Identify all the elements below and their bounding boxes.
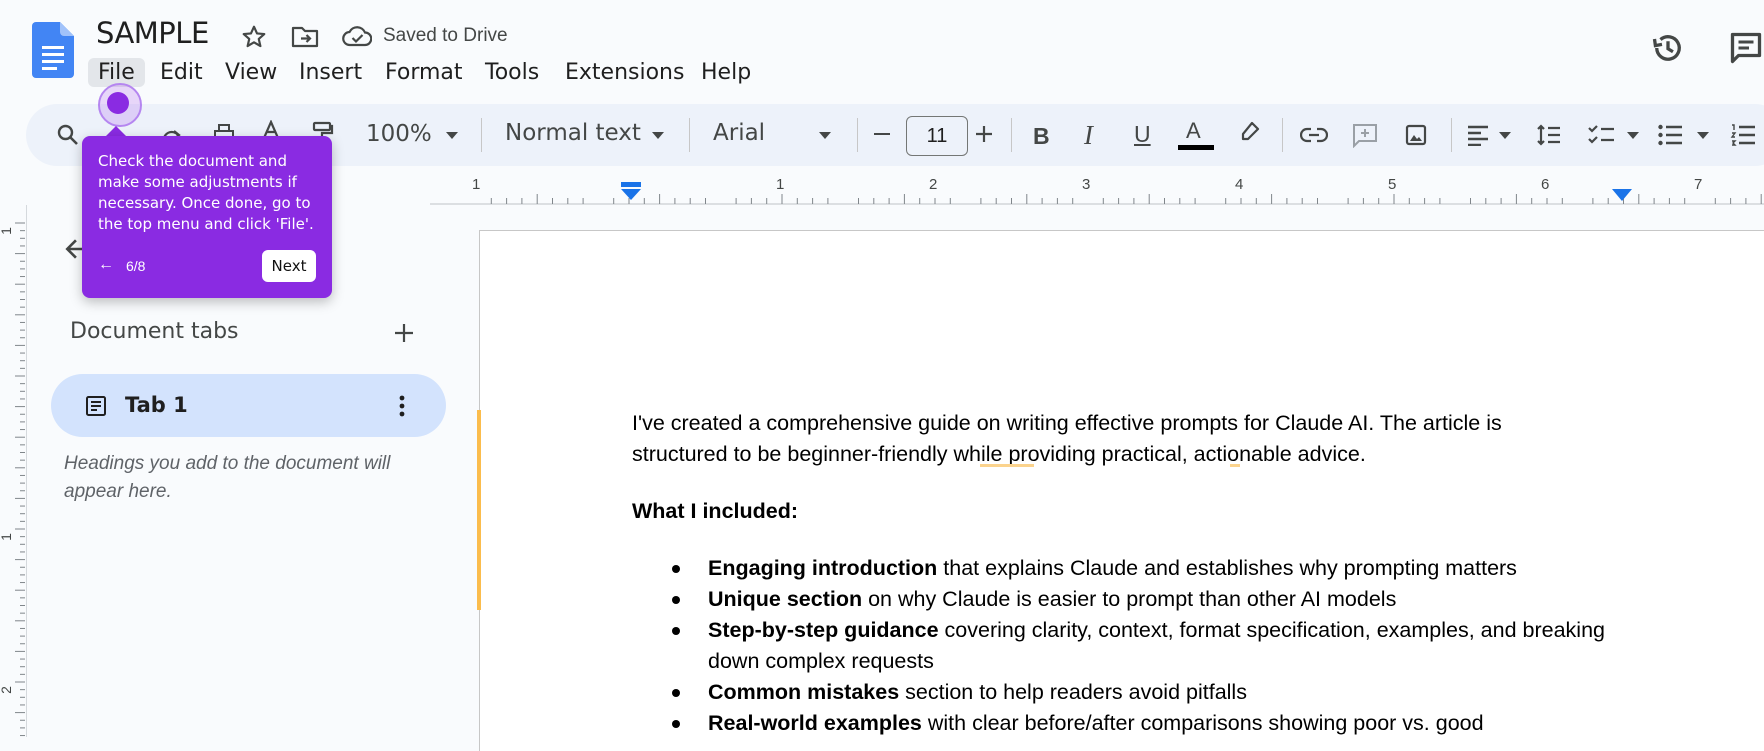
bullet-item[interactable]: Step-by-step guidance covering clarity, … <box>708 615 1608 677</box>
menu-view[interactable]: View <box>215 58 287 87</box>
toolbar-separator <box>1011 118 1012 152</box>
docs-logo-icon[interactable] <box>32 22 74 78</box>
bullet-item-bold: Common mistakes <box>708 680 900 704</box>
add-tab-icon[interactable] <box>393 322 415 344</box>
menu-extensions[interactable]: Extensions <box>555 58 694 87</box>
text-color-button[interactable]: A <box>1186 118 1201 144</box>
move-folder-icon[interactable] <box>291 25 319 49</box>
bullet-dot <box>672 720 680 728</box>
bulleted-list-icon[interactable] <box>1657 123 1683 147</box>
tour-beacon-dot[interactable] <box>107 92 129 114</box>
vertical-ruler-ticks <box>15 222 25 751</box>
bullet-item[interactable]: Common mistakes section to help readers … <box>708 677 1608 708</box>
insert-image-icon[interactable] <box>1404 123 1428 147</box>
toolbar-separator <box>857 118 858 152</box>
bullet-item-rest: on why Claude is easier to prompt than o… <box>862 587 1397 611</box>
bullet-item-rest: that explains Claude and establishes why… <box>937 556 1517 580</box>
headings-hint: Headings you add to the document will ap… <box>64 453 391 502</box>
ruler-label: 5 <box>1388 176 1397 193</box>
tour-previous-button[interactable]: ← <box>98 256 114 274</box>
zoom-select[interactable]: 100% <box>366 121 432 147</box>
bulleted-list-caret-icon[interactable] <box>1697 132 1709 139</box>
suggestion-change-bar <box>477 410 481 610</box>
comments-icon[interactable] <box>1728 30 1764 66</box>
toolbar-separator <box>1451 118 1452 152</box>
right-indent-marker-icon[interactable] <box>1612 189 1632 202</box>
search-menus-icon[interactable] <box>56 123 80 147</box>
bullet-item-bold: Engaging introduction <box>708 556 938 580</box>
style-caret-icon[interactable] <box>652 132 664 139</box>
insert-link-icon[interactable] <box>1300 126 1328 144</box>
text-color-swatch <box>1178 145 1214 150</box>
document-tab-icon <box>86 396 106 416</box>
bullet-item[interactable]: Unique section on why Claude is easier t… <box>708 584 1608 615</box>
bullet-dot <box>672 627 680 635</box>
add-comment-icon[interactable] <box>1351 122 1379 148</box>
highlight-color-icon[interactable] <box>1238 120 1262 144</box>
line-spacing-icon[interactable] <box>1536 123 1562 147</box>
ruler-label: 2 <box>929 176 938 193</box>
bold-button[interactable]: B <box>1033 123 1050 150</box>
version-history-icon[interactable] <box>1650 30 1686 66</box>
numbered-list-icon[interactable] <box>1730 123 1756 147</box>
align-left-icon[interactable] <box>1466 124 1490 146</box>
bullet-dot <box>672 689 680 697</box>
cloud-saved-icon <box>342 26 372 47</box>
underline-button[interactable]: U <box>1134 121 1151 148</box>
bullet-dot <box>672 596 680 604</box>
ruler-label: 7 <box>1694 176 1703 193</box>
bullet-item-rest: with clear before/after comparisons show… <box>921 711 1484 735</box>
tour-step-counter: 6/8 <box>126 258 146 274</box>
vertical-ruler-label: 1 <box>0 227 14 235</box>
vertical-ruler <box>0 205 27 751</box>
tour-next-button[interactable]: Next <box>262 250 316 282</box>
checklist-caret-icon[interactable] <box>1627 132 1639 139</box>
font-select[interactable]: Arial <box>713 120 765 146</box>
saved-status: Saved to Drive <box>383 25 508 46</box>
bullet-dot <box>672 565 680 573</box>
ruler-label: 3 <box>1082 176 1091 193</box>
tab-options-icon[interactable] <box>397 394 407 418</box>
bullet-item[interactable]: Engaging introduction that explains Clau… <box>708 553 1608 584</box>
bullet-item[interactable]: Real-world examples with clear before/af… <box>708 708 1608 739</box>
included-heading[interactable]: What I included: <box>632 496 798 527</box>
zoom-caret-icon[interactable] <box>446 132 458 139</box>
document-tabs-heading: Document tabs <box>70 319 239 344</box>
increase-font-size-icon[interactable] <box>975 125 993 143</box>
toolbar-separator <box>689 118 690 152</box>
vertical-ruler-label: 2 <box>0 686 14 694</box>
grammar-underline <box>980 464 1034 467</box>
italic-button[interactable]: I <box>1084 120 1093 151</box>
paragraph-style-select[interactable]: Normal text <box>505 120 641 146</box>
grammar-underline <box>1230 464 1240 467</box>
decrease-font-size-icon[interactable] <box>874 133 890 135</box>
ruler-label: 6 <box>1541 176 1550 193</box>
bullet-item-bold: Step-by-step guidance <box>708 618 939 642</box>
ruler-label: 1 <box>776 176 785 193</box>
font-size-input[interactable] <box>906 116 968 156</box>
toolbar-separator <box>481 118 482 152</box>
font-caret-icon[interactable] <box>819 132 831 139</box>
intro-paragraph-line-1[interactable]: I've created a comprehensive guide on wr… <box>632 408 1502 439</box>
bullet-item-rest: section to help readers avoid pitfalls <box>899 680 1247 704</box>
vertical-ruler-label: 1 <box>0 533 14 541</box>
checklist-icon[interactable] <box>1587 123 1615 147</box>
menu-tools[interactable]: Tools <box>475 58 549 87</box>
bullet-item-bold: Real-world examples <box>708 711 922 735</box>
menu-edit[interactable]: Edit <box>150 58 213 87</box>
align-caret-icon[interactable] <box>1499 132 1511 139</box>
tour-instruction-text: Check the document and make some adjustm… <box>98 152 314 233</box>
tab-1[interactable] <box>51 374 446 437</box>
document-title[interactable]: SAMPLE <box>96 16 209 50</box>
left-indent-marker-icon[interactable] <box>620 182 642 202</box>
menu-help[interactable]: Help <box>691 58 761 87</box>
menu-format[interactable]: Format <box>375 58 473 87</box>
menu-insert[interactable]: Insert <box>289 58 372 87</box>
toolbar-separator <box>1282 118 1283 152</box>
ruler-label: 4 <box>1235 176 1244 193</box>
tab-1-label: Tab 1 <box>125 393 188 417</box>
star-icon[interactable] <box>241 24 267 50</box>
bullet-item-bold: Unique section <box>708 587 863 611</box>
ruler-label: 1 <box>472 176 481 193</box>
